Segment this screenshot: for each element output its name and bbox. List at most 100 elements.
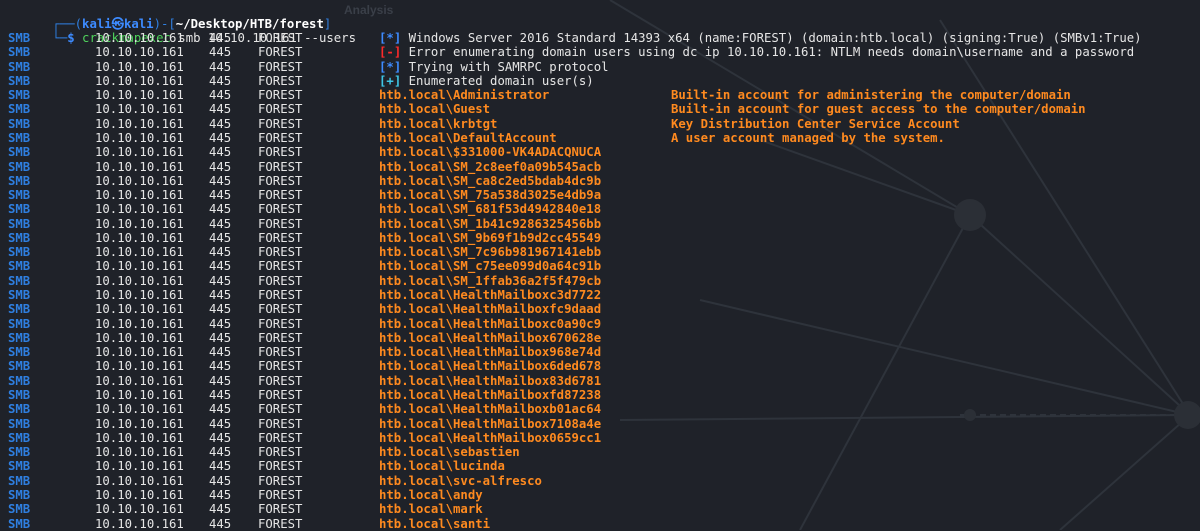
row-ip: 10.10.10.161 [95, 73, 184, 88]
row-port: 445 [209, 245, 232, 260]
row-proto: SMB [8, 416, 31, 431]
user-row: SMB 10.10.10.161 445 FOREST htb.local\Health… [0, 302, 1200, 316]
row-proto: SMB [8, 259, 31, 274]
user-row: SMB 10.10.10.161 445 FOREST htb.local\Health… [0, 288, 1200, 302]
row-ip: 10.10.10.161 [95, 188, 184, 203]
row-proto: SMB [8, 345, 31, 360]
user-row: SMB 10.10.10.161 445 FOREST htb.local\SM_ca8… [0, 174, 1200, 188]
user-name: htb.local\SM_75a538d3025e4db9a [379, 188, 602, 203]
row-proto: SMB [8, 502, 31, 517]
user-name: htb.local\HealthMailbox0659cc1 [379, 430, 602, 445]
user-row: SMB 10.10.10.161 445 FOREST htb.local\Health… [0, 431, 1200, 445]
user-description: Key Distribution Center Service Account [671, 116, 960, 131]
row-host: FOREST [258, 173, 303, 188]
row-ip: 10.10.10.161 [95, 302, 184, 317]
user-name: htb.local\SM_7c96b981967141ebb [379, 245, 602, 260]
user-name: htb.local\andy [379, 487, 483, 502]
user-name: htb.local\HealthMailboxc3d7722 [379, 288, 602, 303]
row-proto: SMB [8, 316, 31, 331]
row-host: FOREST [258, 402, 303, 417]
user-description: A user account managed by the system. [671, 130, 945, 145]
output-row: SMB 10.10.10.161 445 FOREST [*] Trying w… [0, 60, 1200, 74]
user-row: SMB 10.10.10.161 445 FOREST htb.local\mark [0, 502, 1200, 516]
user-row: SMB 10.10.10.161 445 FOREST htb.local\sebast… [0, 445, 1200, 459]
row-ip: 10.10.10.161 [95, 130, 184, 145]
row-ip: 10.10.10.161 [95, 373, 184, 388]
row-host: FOREST [258, 116, 303, 131]
row-ip: 10.10.10.161 [95, 45, 184, 60]
row-port: 445 [209, 373, 232, 388]
user-name: htb.local\SM_681f53d4942840e18 [379, 202, 602, 217]
user-row: SMB 10.10.10.161 445 FOREST htb.local\Guest B… [0, 102, 1200, 116]
user-name: htb.local\SM_1b41c9286325456bb [379, 216, 602, 231]
row-port: 445 [209, 459, 232, 474]
row-ip: 10.10.10.161 [95, 116, 184, 131]
user-row: SMB 10.10.10.161 445 FOREST htb.local\svc-al… [0, 474, 1200, 488]
row-port: 445 [209, 288, 232, 303]
row-proto: SMB [8, 31, 31, 45]
row-port: 445 [209, 445, 232, 460]
user-row: SMB 10.10.10.161 445 FOREST htb.local\andy [0, 488, 1200, 502]
row-port: 445 [209, 230, 232, 245]
user-row: SMB 10.10.10.161 445 FOREST htb.local\Health… [0, 359, 1200, 373]
row-proto: SMB [8, 59, 31, 74]
output-row: SMB 10.10.10.161 445 FOREST [-] Error en… [0, 45, 1200, 59]
row-port: 445 [209, 502, 232, 517]
row-port: 445 [209, 273, 232, 288]
command-line[interactable]: └─$ crackmapexec smb 10.10.10.161 --user… [0, 17, 1200, 45]
row-port: 445 [209, 73, 232, 88]
success-symbol: + [386, 73, 394, 88]
status-text: Error enumerating domain users using dc … [401, 45, 1135, 60]
row-ip: 10.10.10.161 [95, 245, 184, 260]
row-host: FOREST [258, 216, 303, 231]
row-proto: SMB [8, 487, 31, 502]
row-proto: SMB [8, 516, 31, 531]
row-ip: 10.10.10.161 [95, 402, 184, 417]
row-host: FOREST [258, 345, 303, 360]
row-proto: SMB [8, 302, 31, 317]
row-port: 445 [209, 130, 232, 145]
user-name: htb.local\sebastien [379, 445, 520, 460]
user-row: SMB 10.10.10.161 445 FOREST htb.local\Health… [0, 345, 1200, 359]
info-symbol: * [386, 59, 394, 74]
row-host: FOREST [258, 59, 303, 74]
row-ip: 10.10.10.161 [95, 345, 184, 360]
row-ip: 10.10.10.161 [95, 31, 184, 45]
row-port: 445 [209, 302, 232, 317]
row-proto: SMB [8, 216, 31, 231]
row-ip: 10.10.10.161 [95, 430, 184, 445]
row-proto: SMB [8, 188, 31, 203]
row-host: FOREST [258, 31, 303, 45]
row-host: FOREST [258, 516, 303, 531]
user-row: SMB 10.10.10.161 445 FOREST htb.local\SM_681… [0, 202, 1200, 216]
row-port: 445 [209, 359, 232, 374]
user-name: htb.local\krbtgt [379, 116, 498, 131]
row-proto: SMB [8, 45, 31, 60]
row-host: FOREST [258, 245, 303, 260]
row-proto: SMB [8, 388, 31, 402]
row-ip: 10.10.10.161 [95, 259, 184, 274]
user-row: SMB 10.10.10.161 445 FOREST htb.local\SM_7c9… [0, 245, 1200, 259]
row-port: 445 [209, 31, 232, 45]
output-row: SMB 10.10.10.161 445 FOREST [*] Windows … [0, 31, 1200, 45]
row-ip: 10.10.10.161 [95, 316, 184, 331]
row-host: FOREST [258, 188, 303, 203]
user-row: SMB 10.10.10.161 445 FOREST htb.local\Health… [0, 417, 1200, 431]
row-proto: SMB [8, 288, 31, 303]
user-row: SMB 10.10.10.161 445 FOREST htb.local\santi [0, 517, 1200, 531]
status-message: [-] Error enumerating domain users using… [379, 45, 1134, 59]
user-description: Built-in account for guest access to the… [671, 102, 1086, 117]
terminal-output: ┌──(kali㉿kali)-[~/Desktop/HTB/forest] └─… [0, 0, 1200, 530]
user-name: htb.local\HealthMailboxc0a90c9 [379, 316, 602, 331]
user-name: htb.local\SM_2c8eef0a09b545acb [379, 159, 602, 174]
user-name: htb.local\HealthMailbox968e74d [379, 345, 602, 360]
prompt-line: ┌──(kali㉿kali)-[~/Desktop/HTB/forest] [0, 3, 1200, 31]
user-name: htb.local\HealthMailbox7108a4e [379, 416, 602, 431]
row-ip: 10.10.10.161 [95, 230, 184, 245]
row-host: FOREST [258, 230, 303, 245]
user-name: htb.local\SM_1ffab36a2f5f479cb [379, 273, 602, 288]
row-ip: 10.10.10.161 [95, 473, 184, 488]
user-row: SMB 10.10.10.161 445 FOREST htb.local\$33100… [0, 145, 1200, 159]
row-port: 445 [209, 316, 232, 331]
user-row: SMB 10.10.10.161 445 FOREST htb.local\Health… [0, 317, 1200, 331]
